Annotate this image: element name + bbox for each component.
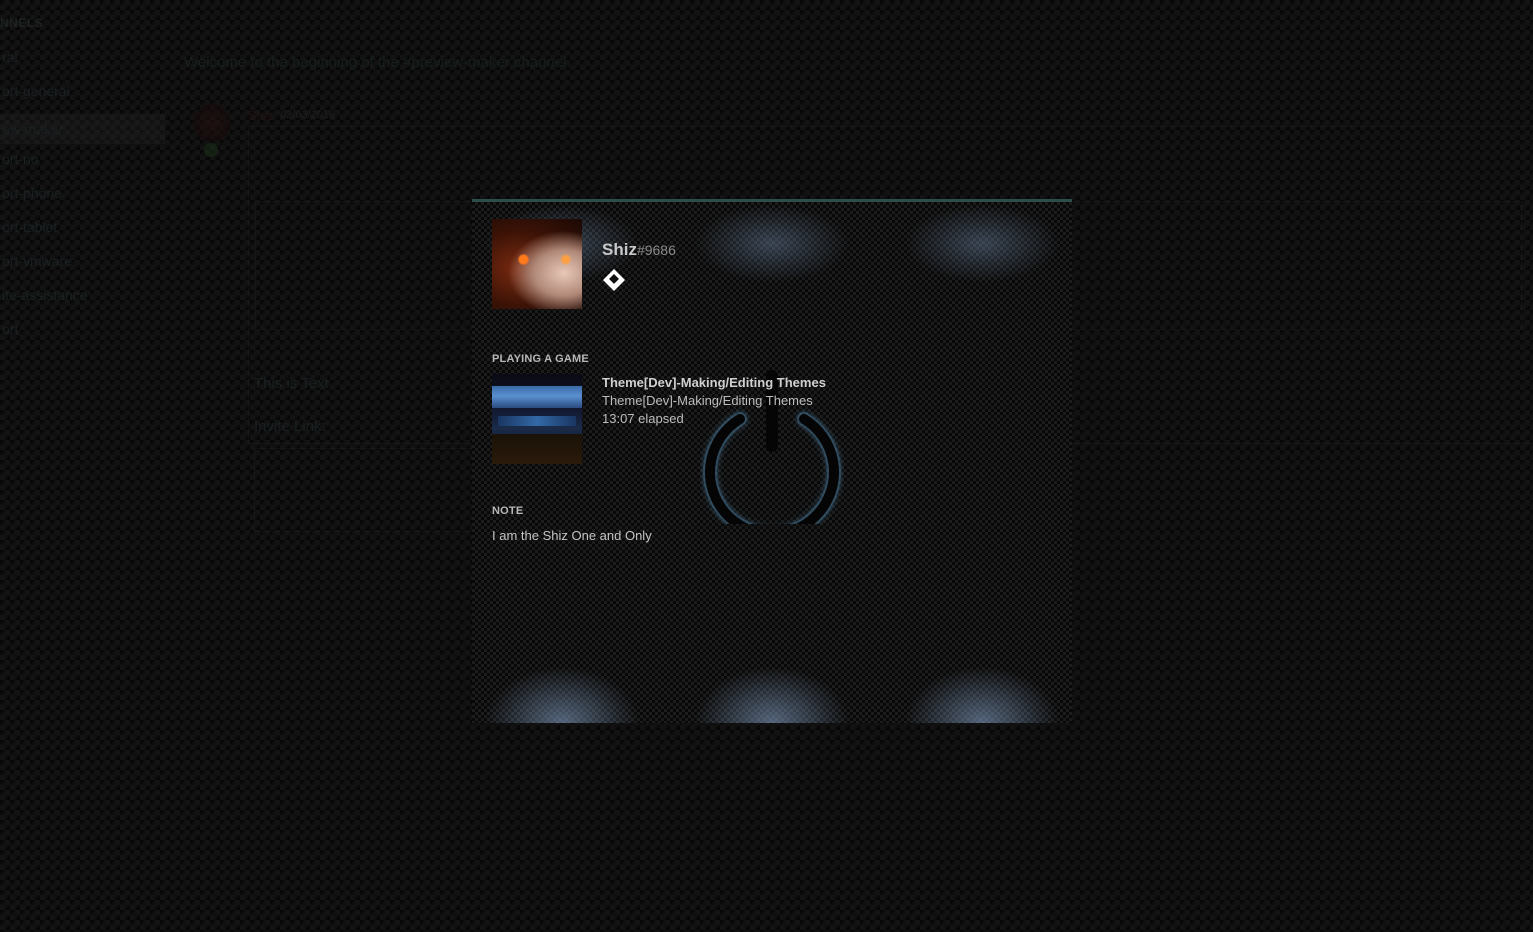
discriminator-text: #9686 bbox=[636, 242, 676, 258]
profile-username: Shiz#9686 bbox=[602, 240, 676, 260]
note-label: NOTE bbox=[492, 505, 524, 517]
hypesquad-badge-icon[interactable] bbox=[602, 268, 626, 292]
username-text: Shiz bbox=[602, 240, 637, 259]
user-profile-popout: Shiz#9686 PLAYING A GAME Theme[Dev]-Maki… bbox=[472, 199, 1072, 723]
note-text[interactable]: I am the Shiz One and Only bbox=[492, 528, 652, 543]
profile-avatar[interactable] bbox=[492, 219, 582, 309]
game-elapsed: 13:07 elapsed bbox=[602, 411, 684, 426]
activity-label: PLAYING A GAME bbox=[492, 353, 589, 365]
game-name: Theme[Dev]-Making/Editing Themes bbox=[602, 375, 826, 390]
game-details: Theme[Dev]-Making/Editing Themes bbox=[602, 393, 813, 408]
game-image bbox=[492, 374, 582, 464]
